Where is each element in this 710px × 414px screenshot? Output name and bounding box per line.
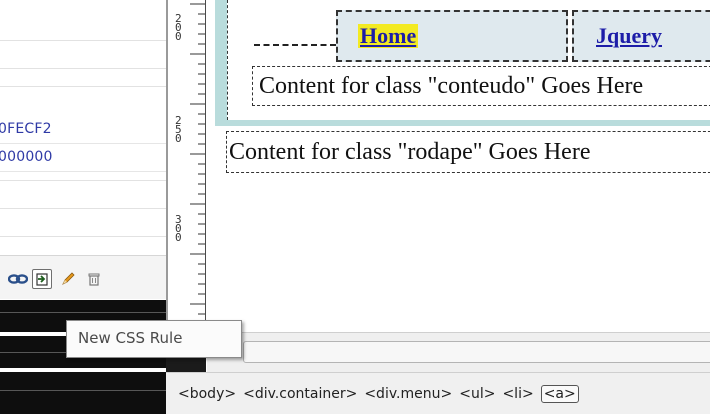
tag-ul[interactable]: <ul> <box>459 386 495 402</box>
property-row[interactable]: 000000 <box>0 144 166 172</box>
row-separator <box>0 180 166 181</box>
row-separator <box>0 40 166 41</box>
dark-panel-strip <box>0 372 166 414</box>
tag-a-selected[interactable]: <a> <box>540 384 579 403</box>
ruler-label-text: 250 <box>175 114 182 145</box>
rodape-content[interactable]: Content for class "rodape" Goes Here <box>226 131 710 173</box>
row-separator <box>0 68 166 69</box>
menu-item-jquery[interactable]: Jquery <box>572 10 710 62</box>
tag-div-menu[interactable]: <div.menu> <box>364 386 452 402</box>
conteudo-content[interactable]: Content for class "conteudo" Goes Here <box>252 66 710 106</box>
ruler-label-text: 200 <box>175 12 182 43</box>
new-css-rule-tooltip: New CSS Rule <box>66 320 242 358</box>
ruler-label-text: 300 <box>175 213 182 244</box>
edit-pencil-icon[interactable] <box>58 269 78 289</box>
row-separator <box>0 208 166 209</box>
tag-body[interactable]: <body> <box>178 386 236 402</box>
new-css-rule-icon[interactable] <box>32 269 52 289</box>
scrollbar-thumb[interactable] <box>243 341 710 363</box>
css-panel-toolbar <box>0 255 166 299</box>
ruler-ticks <box>190 3 205 325</box>
ruler-label: 300 <box>175 213 183 244</box>
tag-li[interactable]: <li> <box>502 386 533 402</box>
menu-link-home[interactable]: Home <box>358 24 419 48</box>
trash-icon[interactable] <box>84 269 104 289</box>
property-value: 0FECF2 <box>0 121 52 137</box>
row-separator <box>0 236 166 237</box>
tag-div-container[interactable]: <div.container> <box>243 386 357 402</box>
horizontal-scrollbar[interactable] <box>207 332 710 372</box>
panel-divider <box>0 312 166 313</box>
property-row[interactable]: 0FECF2 <box>0 116 166 144</box>
menu-item-home[interactable]: Home <box>336 10 568 62</box>
menu-link-jquery[interactable]: Jquery <box>596 24 662 48</box>
row-separator <box>0 86 166 87</box>
link-icon[interactable] <box>8 269 28 289</box>
tag-selector-bar: <body> <div.container> <div.menu> <ul> <… <box>166 372 710 414</box>
ruler-label: 250 <box>175 114 183 145</box>
property-value: 000000 <box>0 149 53 165</box>
panel-divider <box>0 390 166 391</box>
ruler-label: 200 <box>175 12 183 43</box>
menu-guide-line <box>254 44 336 46</box>
